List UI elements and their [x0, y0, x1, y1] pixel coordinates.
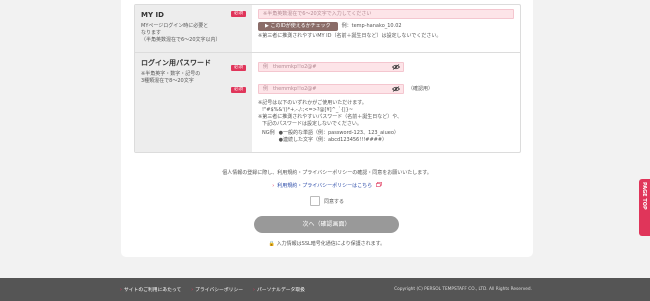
terms-link-label: 利用規約・プライバシーポリシーはこちら — [277, 183, 373, 189]
lock-icon: 🔒 — [268, 241, 276, 247]
chevron-right-icon: › — [191, 288, 194, 293]
myid-value-cell: ※半角英数混在で6～20文字で入力してください ▶ このIDが使えるかチェック … — [252, 5, 520, 52]
password-placeholder: 例 themmkp!!o2@# — [263, 64, 317, 70]
footer-link-label: サイトのご利用にあたって — [123, 288, 182, 293]
footer-link[interactable]: › サイトのご利用にあたって — [120, 286, 181, 293]
chevron-right-icon: › — [272, 183, 275, 189]
external-window-icon — [375, 181, 382, 187]
agree-label[interactable]: 同意する — [324, 198, 344, 205]
site-footer: › サイトのご利用にあたって › プライバシーポリシー › パーソナルデータ取扱 Co… — [0, 278, 650, 301]
check-id-label: このIDが使えるかチェック — [270, 23, 331, 29]
copyright: Copyright (C) PERSOL TEMPSTAFF CO., LTD.… — [394, 287, 532, 292]
required-badge: 必須 — [231, 65, 246, 71]
footer-link-label: プライバシーポリシー — [195, 288, 244, 293]
password-confirm-input[interactable]: 例 themmkp!!o2@# — [258, 84, 404, 94]
password-desc-line: ※半角英字・数字・記号の — [141, 71, 201, 77]
ng-examples: NG例 ●一般的な単語（例：password-123、123_aiueo） ●連… — [258, 130, 514, 144]
page-top-button[interactable]: PAGE TOP — [639, 179, 650, 236]
password-note: 下記のパスワードは設定しないでください。 — [262, 121, 362, 127]
myid-input[interactable]: ※半角英数混在で6～20文字で入力してください — [258, 9, 514, 19]
myid-check-row: ▶ このIDが使えるかチェック 例：temp-hanako_10.02 — [258, 22, 514, 31]
registration-table: MY ID MYページログイン時に必要と なります （半角英数混在で6～20文字… — [134, 4, 521, 153]
page-top-label: PAGE TOP — [641, 182, 647, 210]
footer-links: › サイトのご利用にあたって › プライバシーポリシー › パーソナルデータ取扱 — [120, 286, 305, 293]
footer-link[interactable]: › プライバシーポリシー — [191, 286, 243, 293]
password-notes: ※記号は以下のいずれかがご使用いただけます。 !"#$%&'()*+,-./:;… — [258, 100, 514, 144]
next-button[interactable]: 次へ（確認画面） — [254, 216, 399, 233]
allowed-symbols: !"#$%&'()*+,-./:;<=>?@[¥]^_`{|}~ — [262, 107, 354, 113]
ng-item: ●一般的な単語（例：password-123、123_aiueo） — [278, 130, 399, 136]
password-note: ※記号は以下のいずれかがご使用いただけます。 — [258, 100, 367, 106]
consent-notice: 個人情報の登録に際し、利用規約・プライバシーポリシーの確認・同意をお願いいたしま… — [222, 170, 432, 176]
ng-label: NG例 — [262, 130, 275, 136]
password-confirm-placeholder: 例 themmkp!!o2@# — [263, 86, 317, 92]
password-note: ※第三者に推測されやすいパスワード（名前＋誕生日など）や、 — [258, 114, 403, 120]
password-confirm-row: 例 themmkp!!o2@# （確認用） — [258, 84, 514, 94]
password-row: ログイン用パスワード ※半角英字・数字・記号の 3種類混在で8～20文字 必須 … — [135, 53, 520, 152]
myid-label-cell: MY ID MYページログイン時に必要と なります （半角英数混在で6～20文字… — [135, 5, 252, 52]
password-desc-line: 3種類混在で8～20文字 — [141, 78, 194, 84]
required-badge: 必須 — [231, 11, 246, 17]
myid-desc-line: なります — [141, 30, 162, 36]
chevron-right-icon: › — [120, 288, 122, 293]
eye-off-icon[interactable] — [392, 64, 400, 70]
footer-link-label: パーソナルデータ取扱 — [256, 288, 305, 293]
ng-item: ●連続した文字（例：abcd123456!!!####） — [278, 137, 388, 143]
chevron-right-icon: › — [253, 288, 255, 293]
agree-row: 同意する — [121, 196, 533, 206]
myid-description: MYページログイン時に必要と なります （半角英数混在で6～20文字以内） — [141, 23, 246, 44]
password-label-cell: ログイン用パスワード ※半角英字・数字・記号の 3種類混在で8～20文字 必須 … — [135, 53, 252, 152]
footer-link[interactable]: › パーソナルデータ取扱 — [253, 286, 305, 293]
password-description: ※半角英字・数字・記号の 3種類混在で8～20文字 — [141, 71, 246, 85]
ssl-notice: 🔒 入力情報はSSL暗号化通信により保護されます。 — [121, 240, 533, 247]
ng-list: ●一般的な単語（例：password-123、123_aiueo） ●連続した文… — [279, 130, 399, 144]
password-value-cell: 例 themmkp!!o2@# 例 themmkp!!o2@# （確認用） ※記… — [252, 53, 520, 152]
ssl-note-text: 入力情報はSSL暗号化通信により保護されます。 — [276, 241, 386, 247]
myid-example: 例：temp-hanako_10.02 — [341, 23, 402, 29]
password-input[interactable]: 例 themmkp!!o2@# — [258, 62, 404, 72]
check-id-button[interactable]: ▶ このIDが使えるかチェック — [258, 22, 338, 31]
terms-link[interactable]: › 利用規約・プライバシーポリシーはこちら — [121, 181, 533, 189]
confirm-label: （確認用） — [408, 85, 434, 92]
required-badge: 必須 — [231, 87, 246, 93]
agree-checkbox[interactable] — [309, 196, 320, 206]
myid-note: ※第三者に推測されやすいMY ID（名前＋誕生日など）は設定しないでください。 — [258, 33, 442, 39]
myid-desc-line: （半角英数混在で6～20文字以内） — [141, 37, 221, 43]
myid-desc-line: MYページログイン時に必要と — [141, 23, 209, 29]
eye-off-icon[interactable] — [392, 86, 400, 92]
myid-row: MY ID MYページログイン時に必要と なります （半角英数混在で6～20文字… — [135, 5, 520, 53]
